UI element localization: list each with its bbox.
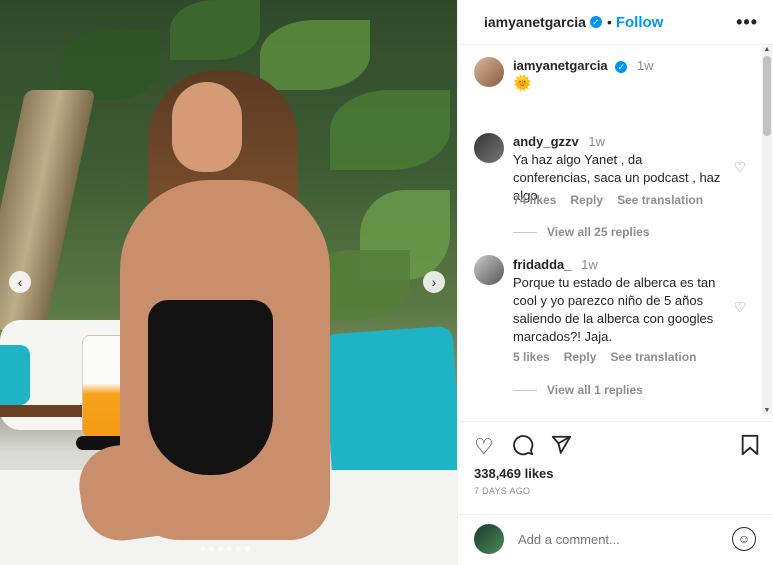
post-image: ‹ › xyxy=(0,0,457,565)
verified-badge-icon: ✓ xyxy=(615,61,628,73)
current-user-avatar xyxy=(474,524,504,554)
reply-button[interactable]: Reply xyxy=(564,350,597,364)
like-comment-heart-icon[interactable]: ♡ xyxy=(733,159,746,176)
caption-text: 🌞 xyxy=(513,75,532,92)
carousel-dot-active xyxy=(245,546,250,551)
heart-icon[interactable]: ♡ xyxy=(474,434,494,460)
post-sidebar: iamyanetgarcia ✓ • Follow ••• iamyanetga… xyxy=(457,0,773,565)
see-translation-button[interactable]: See translation xyxy=(617,193,703,207)
author-avatar[interactable] xyxy=(474,57,504,87)
post-date: 7 DAYS AGO xyxy=(474,486,531,496)
carousel-dot xyxy=(227,546,232,551)
comment-icon[interactable] xyxy=(512,434,534,462)
bookmark-icon[interactable] xyxy=(740,434,760,462)
scroll-down-icon[interactable]: ▼ xyxy=(762,407,772,414)
more-options-icon[interactable]: ••• xyxy=(736,12,758,33)
comments-section[interactable]: iamyanetgarcia ✓ 1w 🌞 andy_gzzv 1w Ya ha… xyxy=(458,45,773,420)
comment-time: 1w xyxy=(588,134,605,149)
comment-bar: ☺ xyxy=(458,514,773,563)
carousel-indicator xyxy=(200,546,250,551)
comment-likes[interactable]: 5 likes xyxy=(513,350,550,364)
carousel-dot xyxy=(200,546,205,551)
separator: • xyxy=(606,14,612,30)
view-replies-label: View all 25 replies xyxy=(547,225,650,239)
comment-text: Porque tu estado de alberca es tan cool … xyxy=(513,275,716,344)
carousel-dot xyxy=(218,546,223,551)
chevron-left-icon: ‹ xyxy=(17,274,23,290)
caption-username[interactable]: iamyanetgarcia xyxy=(513,58,608,73)
comment-time: 1w xyxy=(581,257,598,272)
likes-count[interactable]: 338,469 likes xyxy=(474,466,554,481)
verified-badge-icon: ✓ xyxy=(589,16,602,28)
see-translation-button[interactable]: See translation xyxy=(610,350,696,364)
author-username[interactable]: iamyanetgarcia xyxy=(484,14,586,30)
caption-time: 1w xyxy=(636,58,654,73)
previous-image-button[interactable]: ‹ xyxy=(9,271,31,293)
next-image-button[interactable]: › xyxy=(423,271,445,293)
swimsuit xyxy=(148,300,273,475)
comment-meta: 5 likes Reply See translation xyxy=(513,350,696,364)
post-actions: ♡ 338,469 likes 7 DAYS AGO ☺ xyxy=(458,421,773,562)
comment-meta: 74 likes Reply See translation xyxy=(513,193,703,207)
smiley-icon[interactable]: ☺ xyxy=(732,527,756,551)
view-replies-button[interactable]: View all 1 replies xyxy=(513,383,643,397)
send-icon[interactable] xyxy=(550,434,572,462)
commenter-avatar[interactable] xyxy=(474,133,504,163)
scrollbar-thumb[interactable] xyxy=(763,56,771,136)
comments-scrollbar[interactable]: ▲ ▼ xyxy=(762,46,772,414)
caption: iamyanetgarcia ✓ 1w xyxy=(513,57,654,75)
comment-username[interactable]: fridadda_ xyxy=(513,257,572,272)
reply-button[interactable]: Reply xyxy=(570,193,603,207)
comment-username[interactable]: andy_gzzv xyxy=(513,134,579,149)
comment-likes[interactable]: 74 likes xyxy=(513,193,556,207)
scroll-up-icon[interactable]: ▲ xyxy=(762,46,772,53)
add-comment-input[interactable] xyxy=(516,531,720,548)
post-header: iamyanetgarcia ✓ • Follow ••• xyxy=(458,0,773,45)
view-replies-button[interactable]: View all 25 replies xyxy=(513,225,650,239)
carousel-dot xyxy=(236,546,241,551)
chevron-right-icon: › xyxy=(431,274,437,290)
carousel-dot xyxy=(209,546,214,551)
like-comment-heart-icon[interactable]: ♡ xyxy=(733,299,746,316)
comment: fridadda_ 1w Porque tu estado de alberca… xyxy=(513,256,723,346)
view-replies-label: View all 1 replies xyxy=(547,383,643,397)
commenter-avatar[interactable] xyxy=(474,255,504,285)
follow-button[interactable]: Follow xyxy=(616,14,664,31)
